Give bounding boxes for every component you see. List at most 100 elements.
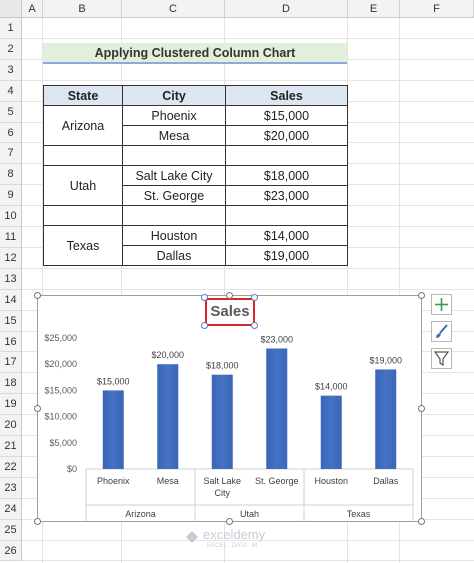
resize-handle[interactable] — [418, 292, 425, 299]
bar-mesa — [157, 364, 179, 469]
title-handle[interactable] — [251, 294, 258, 301]
row-header-18[interactable]: 18 — [0, 373, 22, 394]
title-handle[interactable] — [201, 294, 208, 301]
column-header-b[interactable]: B — [43, 0, 122, 18]
y-tick-label: $15,000 — [44, 385, 77, 395]
empty-cell[interactable] — [122, 205, 226, 226]
empty-cell[interactable] — [122, 145, 226, 166]
row-header-1[interactable]: 1 — [0, 18, 22, 39]
data-label: $15,000 — [97, 376, 130, 386]
resize-handle[interactable] — [418, 518, 425, 525]
bar-dallas — [375, 369, 397, 469]
city-cell[interactable]: Houston — [122, 225, 226, 246]
resize-handle[interactable] — [34, 405, 41, 412]
row-header-17[interactable]: 17 — [0, 352, 22, 373]
sales-cell[interactable]: $19,000 — [225, 245, 348, 266]
row-header-22[interactable]: 22 — [0, 457, 22, 478]
x-tick-label: Dallas — [373, 476, 399, 486]
select-all-corner[interactable] — [0, 0, 22, 18]
sales-cell[interactable]: $15,000 — [225, 105, 348, 126]
sales-cell[interactable]: $14,000 — [225, 225, 348, 246]
data-label: $14,000 — [315, 382, 348, 392]
title-handle[interactable] — [251, 322, 258, 329]
row-header-23[interactable]: 23 — [0, 478, 22, 499]
city-cell[interactable]: Salt Lake City — [122, 165, 226, 186]
chart-elements-button[interactable] — [431, 294, 452, 315]
empty-cell[interactable] — [43, 145, 123, 166]
column-header-e[interactable]: E — [348, 0, 400, 18]
column-header-d[interactable]: D — [225, 0, 348, 18]
gridline — [22, 80, 474, 81]
row-header-11[interactable]: 11 — [0, 227, 22, 248]
row-header-26[interactable]: 26 — [0, 541, 22, 561]
empty-cell[interactable] — [43, 205, 123, 226]
city-cell[interactable]: Dallas — [122, 245, 226, 266]
watermark: exceldemy EXCEL · DATA · BI — [183, 527, 293, 549]
row-header-5[interactable]: 5 — [0, 102, 22, 123]
chart-styles-button[interactable] — [431, 321, 452, 342]
row-header-15[interactable]: 15 — [0, 311, 22, 332]
row-header-14[interactable]: 14 — [0, 290, 22, 311]
x-tick-label: Mesa — [157, 476, 179, 486]
row-header-24[interactable]: 24 — [0, 499, 22, 520]
empty-cell[interactable] — [225, 205, 348, 226]
resize-handle[interactable] — [418, 405, 425, 412]
row-header-10[interactable]: 10 — [0, 206, 22, 227]
empty-cell[interactable] — [225, 145, 348, 166]
y-tick-label: $0 — [67, 464, 77, 474]
row-header-13[interactable]: 13 — [0, 269, 22, 290]
bar-st.-george — [266, 348, 288, 469]
city-cell[interactable]: Phoenix — [122, 105, 226, 126]
resize-handle[interactable] — [34, 292, 41, 299]
row-header-8[interactable]: 8 — [0, 164, 22, 185]
chart-area[interactable]: $0 $5,000 $10,000 $15,000 $20,000 $25,000 $15,… — [37, 295, 422, 522]
row-header-4[interactable]: 4 — [0, 81, 22, 102]
column-chart[interactable]: $0 $5,000 $10,000 $15,000 $20,000 $25,000 $15,… — [38, 296, 421, 521]
title-handle[interactable] — [201, 322, 208, 329]
row-header-16[interactable]: 16 — [0, 332, 22, 352]
y-tick-label: $20,000 — [44, 359, 77, 369]
gridline — [22, 38, 474, 39]
resize-handle[interactable] — [226, 292, 233, 299]
row-header-21[interactable]: 21 — [0, 436, 22, 457]
sales-cell[interactable]: $18,000 — [225, 165, 348, 186]
state-cell[interactable]: Utah — [43, 165, 123, 206]
city-cell[interactable]: Mesa — [122, 125, 226, 146]
bar-salt-lake-city — [211, 374, 233, 469]
y-tick-label: $25,000 — [44, 333, 77, 343]
row-header-25[interactable]: 25 — [0, 520, 22, 541]
bar-phoenix — [102, 390, 124, 469]
column-header-f[interactable]: F — [400, 0, 474, 18]
row-header-6[interactable]: 6 — [0, 123, 22, 143]
city-cell[interactable]: St. George — [122, 185, 226, 206]
row-header-2[interactable]: 2 — [0, 39, 22, 60]
row-header-7[interactable]: 7 — [0, 143, 22, 164]
row-header-20[interactable]: 20 — [0, 415, 22, 436]
sales-cell[interactable]: $20,000 — [225, 125, 348, 146]
y-tick-label: $5,000 — [49, 438, 77, 448]
resize-handle[interactable] — [34, 518, 41, 525]
chart-title[interactable]: Sales — [205, 298, 255, 326]
data-label: $18,000 — [206, 361, 239, 371]
state-cell[interactable]: Arizona — [43, 105, 123, 146]
row-header-12[interactable]: 12 — [0, 248, 22, 269]
gridline — [22, 289, 474, 290]
exceldemy-logo-icon: exceldemy EXCEL · DATA · BI — [186, 527, 266, 549]
resize-handle[interactable] — [226, 518, 233, 525]
group-label: Arizona — [125, 509, 156, 519]
x-tick-label: Phoenix — [97, 476, 130, 486]
chart-filters-button[interactable] — [431, 348, 452, 369]
sales-cell[interactable]: $23,000 — [225, 185, 348, 206]
row-header-3[interactable]: 3 — [0, 60, 22, 81]
row-header-19[interactable]: 19 — [0, 394, 22, 415]
x-tick-label: St. George — [255, 476, 299, 486]
x-tick-label: Salt Lake — [203, 476, 241, 486]
column-header-a[interactable]: A — [22, 0, 43, 18]
watermark-name: exceldemy — [203, 527, 266, 542]
header-sales: Sales — [225, 85, 348, 106]
row-header-9[interactable]: 9 — [0, 185, 22, 206]
column-header-c[interactable]: C — [122, 0, 225, 18]
state-cell[interactable]: Texas — [43, 225, 123, 266]
watermark-tagline: EXCEL · DATA · BI — [207, 543, 258, 549]
group-label: Utah — [240, 509, 259, 519]
